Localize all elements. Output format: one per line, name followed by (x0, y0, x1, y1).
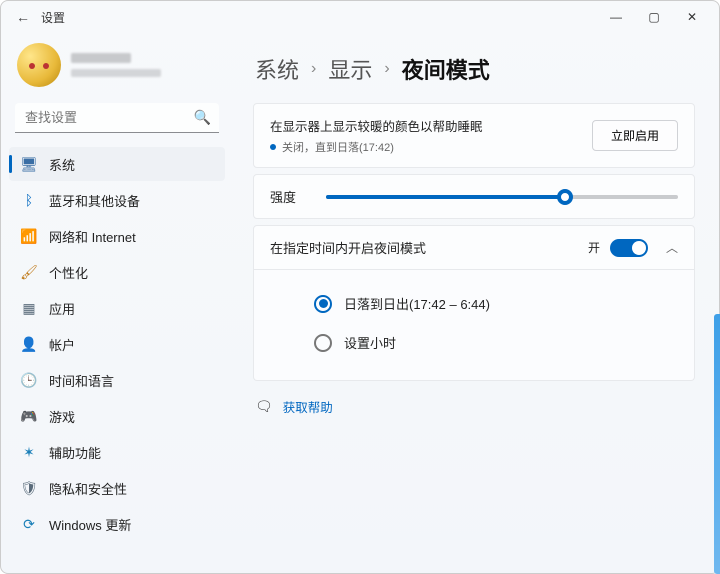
banner-desc: 在显示器上显示较暖的颜色以帮助睡眠 (270, 116, 592, 135)
nav-label: 个性化 (49, 263, 88, 282)
titlebar: ← 设置 — ▢ ✕ (1, 1, 719, 33)
nav-label: Windows 更新 (49, 515, 131, 534)
radio-icon (314, 334, 332, 352)
status-dot-icon (270, 144, 276, 150)
radio-label: 日落到日出(17:42 – 6:44) (344, 294, 490, 313)
sidebar-item-6[interactable]: 🕒 时间和语言 (9, 363, 225, 397)
crumb-1[interactable]: 显示 (328, 53, 372, 85)
schedule-option-0[interactable]: 日落到日出(17:42 – 6:44) (314, 284, 678, 323)
radio-label: 设置小时 (344, 333, 396, 352)
nav-icon: 🕒 (21, 372, 37, 388)
nav-icon: ⟳ (21, 516, 37, 532)
search-box: 🔍 (15, 103, 219, 133)
sidebar-item-5[interactable]: 👤 帐户 (9, 327, 225, 361)
avatar (17, 43, 61, 87)
chevron-up-icon[interactable]: ︿ (666, 239, 678, 256)
enable-now-button[interactable]: 立即启用 (592, 120, 678, 151)
nav-label: 辅助功能 (49, 443, 101, 462)
strength-slider[interactable] (326, 195, 678, 199)
sidebar-item-2[interactable]: 📶 网络和 Internet (9, 219, 225, 253)
crumb-2: 夜间模式 (402, 53, 490, 85)
schedule-card: 在指定时间内开启夜间模式 开 ︿ (253, 225, 695, 270)
schedule-options: 日落到日出(17:42 – 6:44) 设置小时 (253, 270, 695, 381)
breadcrumb: 系统 › 显示 › 夜间模式 (255, 53, 695, 85)
taskbar-edge (714, 314, 720, 574)
search-input[interactable] (15, 103, 219, 133)
nav-label: 网络和 Internet (49, 227, 136, 246)
chevron-right-icon: › (384, 60, 389, 78)
back-button[interactable]: ← (9, 9, 37, 25)
sidebar-item-9[interactable]: 🛡 隐私和安全性 (9, 471, 225, 505)
nav-icon: ✶ (21, 444, 37, 460)
crumb-0[interactable]: 系统 (255, 53, 299, 85)
radio-icon (314, 295, 332, 313)
sidebar-item-10[interactable]: ⟳ Windows 更新 (9, 507, 225, 541)
nav-icon: ᛒ (21, 192, 37, 208)
nav-icon: 🎮 (21, 408, 37, 424)
nav-icon: 🛡 (21, 480, 37, 496)
sidebar-item-3[interactable]: 🖌 个性化 (9, 255, 225, 289)
banner-card: 在显示器上显示较暖的颜色以帮助睡眠 关闭，直到日落(17:42) 立即启用 (253, 103, 695, 168)
nav-label: 蓝牙和其他设备 (49, 191, 140, 210)
nav-label: 游戏 (49, 407, 75, 426)
sidebar-item-7[interactable]: 🎮 游戏 (9, 399, 225, 433)
profile-block[interactable] (9, 37, 225, 99)
sidebar-item-1[interactable]: ᛒ 蓝牙和其他设备 (9, 183, 225, 217)
main-content: 系统 › 显示 › 夜间模式 在显示器上显示较暖的颜色以帮助睡眠 关闭，直到日落(17:… (233, 33, 719, 573)
nav-label: 应用 (49, 299, 75, 318)
maximize-button[interactable]: ▢ (635, 3, 673, 31)
nav-icon: 🖥 (21, 156, 37, 172)
sidebar-item-8[interactable]: ✶ 辅助功能 (9, 435, 225, 469)
slider-thumb[interactable] (557, 189, 573, 205)
chevron-right-icon: › (311, 60, 316, 78)
nav-icon: 🖌 (21, 264, 37, 280)
help-icon: 🗨 (255, 398, 273, 415)
nav-label: 系统 (49, 155, 75, 174)
sidebar-item-4[interactable]: ▦ 应用 (9, 291, 225, 325)
nav-label: 帐户 (49, 335, 75, 354)
schedule-toggle[interactable] (610, 239, 648, 257)
nav-icon: 👤 (21, 336, 37, 352)
nav-label: 隐私和安全性 (49, 479, 127, 498)
profile-email (71, 69, 161, 77)
schedule-option-1[interactable]: 设置小时 (314, 323, 678, 362)
toggle-state-label: 开 (588, 239, 600, 256)
banner-status: 关闭，直到日落(17:42) (270, 139, 592, 155)
strength-card: 强度 (253, 174, 695, 219)
help-row: 🗨 获取帮助 (253, 397, 695, 416)
nav-label: 时间和语言 (49, 371, 114, 390)
close-button[interactable]: ✕ (673, 3, 711, 31)
nav-icon: ▦ (21, 300, 37, 316)
sidebar-item-0[interactable]: 🖥 系统 (9, 147, 225, 181)
profile-name (71, 53, 131, 63)
strength-label: 强度 (270, 187, 296, 206)
schedule-label: 在指定时间内开启夜间模式 (270, 238, 426, 257)
nav-icon: 📶 (21, 228, 37, 244)
search-icon: 🔍 (194, 109, 211, 126)
nav-list: 🖥 系统 ᛒ 蓝牙和其他设备 📶 网络和 Internet 🖌 个性化 ▦ 应用 👤 帐户 🕒 时间和语言… (9, 147, 225, 541)
get-help-link[interactable]: 获取帮助 (283, 397, 333, 416)
sidebar: 🔍 🖥 系统 ᛒ 蓝牙和其他设备 📶 网络和 Internet 🖌 个性化 ▦ 应用 👤 帐户 🕒 时间和… (1, 33, 233, 573)
minimize-button[interactable]: — (597, 3, 635, 31)
window-title: 设置 (41, 9, 65, 26)
